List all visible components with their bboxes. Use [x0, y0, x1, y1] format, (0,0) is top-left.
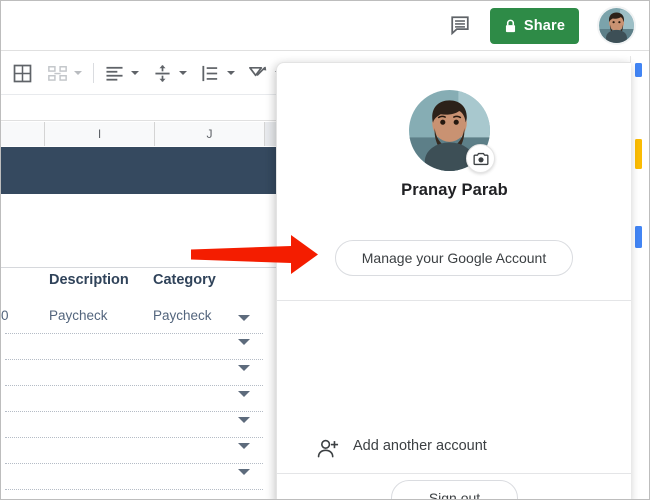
toolbar-divider — [93, 63, 94, 83]
chevron-down-icon[interactable] — [238, 315, 250, 321]
cell-amount[interactable]: 0 — [1, 308, 9, 323]
text-wrap-dropdown[interactable] — [223, 59, 239, 87]
table-header-description: Description — [49, 272, 129, 288]
vertical-align-icon[interactable] — [149, 59, 175, 87]
row-divider — [5, 489, 263, 490]
sign-out-label: Sign out — [429, 490, 480, 500]
chevron-down-icon[interactable] — [238, 443, 250, 449]
side-panel-calendar-icon[interactable] — [635, 63, 642, 77]
avatar[interactable] — [597, 6, 636, 45]
row-divider — [5, 411, 263, 412]
side-panel-rail — [630, 56, 649, 486]
table-row[interactable]: 0 Paycheck Paycheck — [1, 308, 276, 332]
sheet-title-banner — [1, 147, 276, 194]
manage-google-account-button[interactable]: Manage your Google Account — [335, 240, 573, 276]
column-header-j[interactable]: J — [155, 122, 265, 146]
chevron-down-icon — [179, 71, 187, 75]
popup-divider-top — [277, 300, 631, 301]
table-header-rule — [1, 267, 276, 268]
manage-google-account-label: Manage your Google Account — [362, 250, 546, 266]
lock-icon — [504, 19, 517, 34]
camera-icon[interactable] — [466, 144, 495, 173]
chevron-down-icon — [74, 71, 82, 75]
add-another-account-row[interactable]: Add another account — [277, 425, 631, 473]
borders-icon[interactable] — [9, 59, 35, 87]
row-divider — [5, 333, 263, 334]
table-header-category: Category — [153, 272, 216, 288]
chevron-down-icon[interactable] — [238, 391, 250, 397]
horizontal-align-dropdown[interactable] — [127, 59, 143, 87]
row-divider — [5, 359, 263, 360]
chevron-down-icon[interactable] — [238, 365, 250, 371]
share-button-label: Share — [524, 18, 565, 34]
app-window: Share — [0, 0, 650, 500]
text-wrap-icon[interactable] — [197, 59, 223, 87]
row-divider — [5, 463, 263, 464]
share-button[interactable]: Share — [490, 8, 579, 44]
popup-divider-bottom — [277, 473, 631, 474]
cell-category[interactable]: Paycheck — [153, 308, 212, 323]
horizontal-align-icon[interactable] — [101, 59, 127, 87]
side-panel-tasks-icon[interactable] — [635, 226, 642, 248]
vertical-align-dropdown[interactable] — [175, 59, 191, 87]
row-divider — [5, 385, 263, 386]
column-header-blank[interactable] — [1, 122, 45, 146]
merge-cells-icon[interactable] — [44, 59, 70, 87]
chevron-down-icon — [227, 71, 235, 75]
chevron-down-icon[interactable] — [238, 469, 250, 475]
account-popup: Pranay Parab Manage your Google Account … — [276, 62, 631, 500]
chevron-down-icon — [131, 71, 139, 75]
merge-cells-dropdown[interactable] — [70, 59, 86, 87]
add-another-account-label: Add another account — [353, 438, 487, 454]
table-header-row: Description Category — [1, 272, 276, 302]
text-rotation-icon[interactable] — [245, 59, 271, 87]
side-panel-keep-icon[interactable] — [635, 139, 642, 169]
account-name: Pranay Parab — [277, 181, 631, 200]
cell-description[interactable]: Paycheck — [49, 308, 108, 323]
sign-out-button[interactable]: Sign out — [391, 480, 518, 500]
top-bar: Share — [1, 1, 649, 51]
chevron-down-icon[interactable] — [238, 417, 250, 423]
profile-photo-wrapper — [409, 90, 490, 171]
chevron-down-icon[interactable] — [238, 339, 250, 345]
row-divider — [5, 437, 263, 438]
comment-icon[interactable] — [445, 11, 475, 39]
person-add-icon — [316, 437, 340, 461]
column-header-i[interactable]: I — [45, 122, 155, 146]
